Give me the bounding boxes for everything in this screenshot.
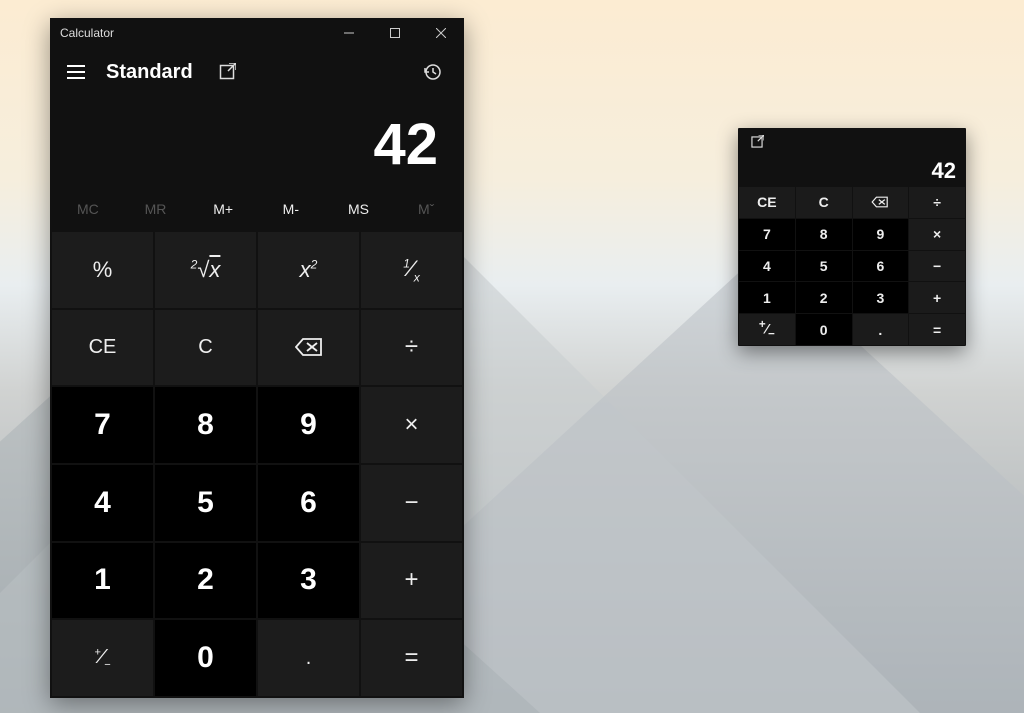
keep-on-top-button[interactable]	[211, 56, 243, 88]
six-key[interactable]: 6	[258, 465, 359, 541]
one-key[interactable]: 1	[52, 543, 153, 619]
compact-zero-key[interactable]: 0	[796, 314, 852, 345]
compact-one-key[interactable]: 1	[739, 282, 795, 313]
calculator-window: Calculator Standard 42 MC MR M+ M- MS	[50, 18, 464, 698]
compact-multiply-key[interactable]: ×	[909, 219, 965, 250]
compact-keypad: CE C ÷ 7 8 9 × 4 5 6 − 1 2 3 + +⁄− 0 . =	[738, 186, 966, 346]
compact-clear-entry-key[interactable]: CE	[739, 187, 795, 218]
backspace-icon	[295, 337, 323, 357]
decimal-key[interactable]: .	[258, 620, 359, 696]
reciprocal-key[interactable]: 1⁄x	[361, 232, 462, 308]
four-key[interactable]: 4	[52, 465, 153, 541]
display: 42	[50, 96, 464, 188]
compact-eight-key[interactable]: 8	[796, 219, 852, 250]
clear-entry-key[interactable]: CE	[52, 310, 153, 386]
memory-recall[interactable]: MR	[122, 201, 190, 217]
backspace-icon	[871, 196, 889, 208]
square-key[interactable]: x2	[258, 232, 359, 308]
clear-key[interactable]: C	[155, 310, 256, 386]
sqrt-key[interactable]: 2√x	[155, 232, 256, 308]
percent-key[interactable]: %	[52, 232, 153, 308]
compact-six-key[interactable]: 6	[853, 251, 909, 282]
titlebar[interactable]: Calculator	[50, 18, 464, 48]
compact-display: 42	[738, 156, 966, 186]
compact-expand-button[interactable]	[746, 131, 768, 153]
equals-key[interactable]: =	[361, 620, 462, 696]
calculator-compact-window: 42 CE C ÷ 7 8 9 × 4 5 6 − 1 2 3 + +⁄− 0 …	[738, 128, 966, 346]
memory-clear[interactable]: MC	[54, 201, 122, 217]
mode-title: Standard	[106, 61, 193, 84]
memory-list[interactable]: Mˇ	[392, 201, 460, 217]
compact-clear-key[interactable]: C	[796, 187, 852, 218]
memory-minus[interactable]: M-	[257, 201, 325, 217]
nine-key[interactable]: 9	[258, 387, 359, 463]
compact-decimal-key[interactable]: .	[853, 314, 909, 345]
negate-key[interactable]: +⁄−	[52, 620, 153, 696]
memory-store[interactable]: MS	[325, 201, 393, 217]
compact-seven-key[interactable]: 7	[739, 219, 795, 250]
compact-two-key[interactable]: 2	[796, 282, 852, 313]
compact-five-key[interactable]: 5	[796, 251, 852, 282]
eight-key[interactable]: 8	[155, 387, 256, 463]
multiply-key[interactable]: ×	[361, 387, 462, 463]
seven-key[interactable]: 7	[52, 387, 153, 463]
minimize-button[interactable]	[326, 18, 372, 48]
zero-key[interactable]: 0	[155, 620, 256, 696]
compact-four-key[interactable]: 4	[739, 251, 795, 282]
window-title: Calculator	[60, 26, 114, 40]
memory-plus[interactable]: M+	[189, 201, 257, 217]
compact-minus-key[interactable]: −	[909, 251, 965, 282]
backspace-key[interactable]	[258, 310, 359, 386]
close-button[interactable]	[418, 18, 464, 48]
divide-key[interactable]: ÷	[361, 310, 462, 386]
top-row: Standard	[50, 48, 464, 96]
compact-three-key[interactable]: 3	[853, 282, 909, 313]
compact-backspace-key[interactable]	[853, 187, 909, 218]
compact-nine-key[interactable]: 9	[853, 219, 909, 250]
compact-plus-key[interactable]: +	[909, 282, 965, 313]
memory-row: MC MR M+ M- MS Mˇ	[50, 188, 464, 230]
menu-button[interactable]	[60, 56, 92, 88]
compact-divide-key[interactable]: ÷	[909, 187, 965, 218]
compact-equals-key[interactable]: =	[909, 314, 965, 345]
compact-negate-key[interactable]: +⁄−	[739, 314, 795, 345]
minus-key[interactable]: −	[361, 465, 462, 541]
maximize-button[interactable]	[372, 18, 418, 48]
two-key[interactable]: 2	[155, 543, 256, 619]
history-button[interactable]	[416, 56, 448, 88]
five-key[interactable]: 5	[155, 465, 256, 541]
compact-top-row	[738, 128, 966, 156]
keypad: % 2√x x2 1⁄x CE C ÷ 7 8 9 × 4 5 6 − 1 2 …	[50, 230, 464, 698]
plus-key[interactable]: +	[361, 543, 462, 619]
three-key[interactable]: 3	[258, 543, 359, 619]
